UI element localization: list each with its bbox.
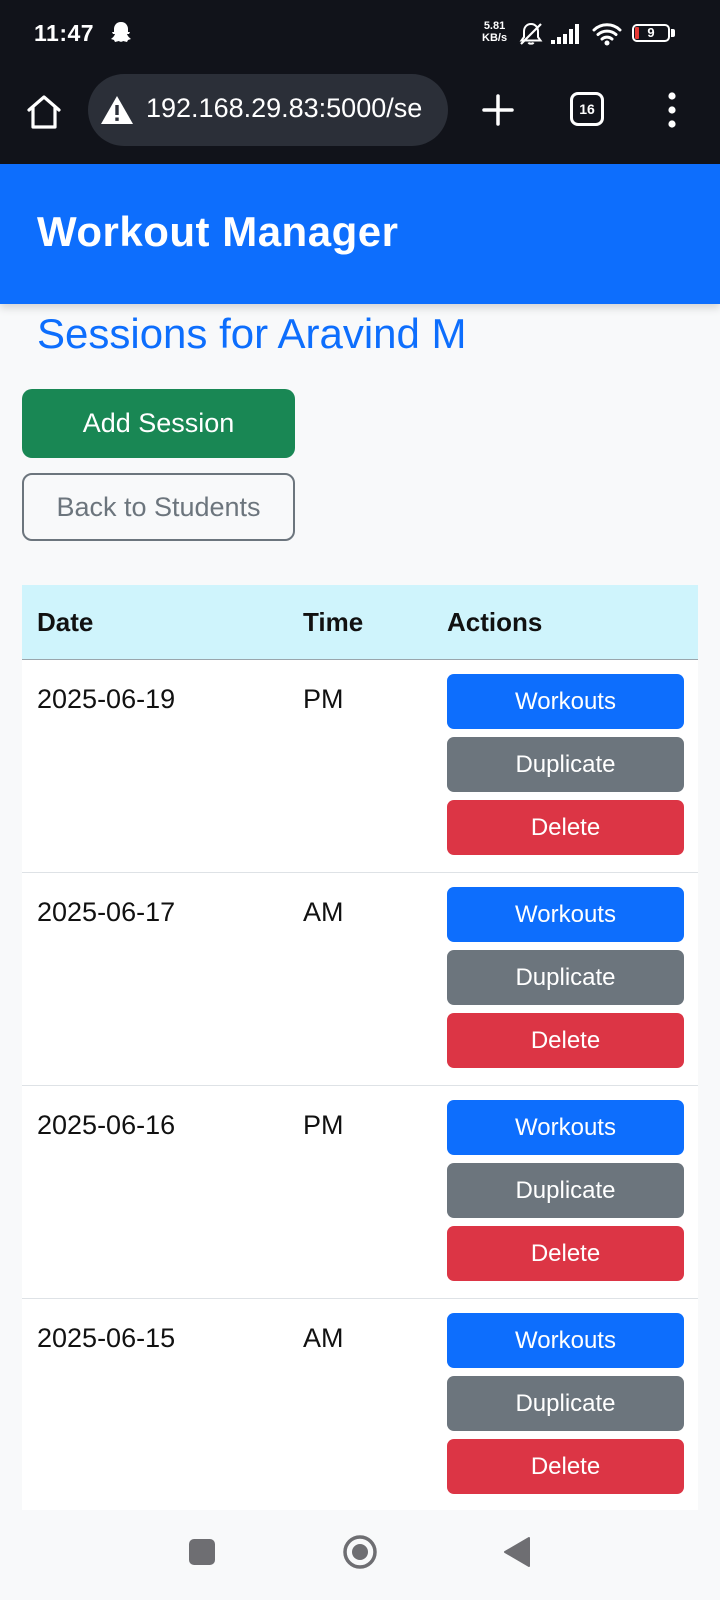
url-text[interactable]: 192.168.29.83:5000/se xyxy=(146,93,438,124)
session-date: 2025-06-15 xyxy=(37,1323,176,1353)
session-date: 2025-06-17 xyxy=(37,897,176,927)
home-circle-icon[interactable] xyxy=(342,1534,378,1570)
app-title[interactable]: Workout Manager xyxy=(37,208,398,256)
workouts-button[interactable]: Workouts xyxy=(447,1313,684,1368)
status-bar: 11:47 5.81 KB/s 9 xyxy=(0,0,720,72)
column-header-time: Time xyxy=(303,607,364,637)
more-vert-icon[interactable] xyxy=(660,88,684,132)
column-header-actions: Actions xyxy=(447,607,543,637)
battery-level: 9 xyxy=(647,25,655,40)
table-row: 2025-06-15 AM Workouts Duplicate Delete xyxy=(22,1299,698,1512)
session-time: PM xyxy=(303,684,344,714)
workouts-button[interactable]: Workouts xyxy=(447,1100,684,1155)
duplicate-button[interactable]: Duplicate xyxy=(447,1376,684,1431)
table-row: 2025-06-19 PM Workouts Duplicate Delete xyxy=(22,660,698,873)
status-time: 11:47 xyxy=(34,20,95,46)
session-time: PM xyxy=(303,1110,344,1140)
net-speed-unit: KB/s xyxy=(482,32,508,44)
delete-button[interactable]: Delete xyxy=(447,1226,684,1281)
duplicate-button[interactable]: Duplicate xyxy=(447,737,684,792)
page-title: Sessions for Aravind M xyxy=(37,310,467,357)
signal-icon xyxy=(551,24,579,44)
battery-icon: 9 xyxy=(632,24,676,44)
session-time: AM xyxy=(303,897,344,927)
app-header: Workout Manager xyxy=(0,164,720,304)
address-bar[interactable]: 192.168.29.83:5000/se xyxy=(88,74,448,146)
sessions-table: Date Time Actions 2025-06-19 PM Workouts… xyxy=(22,585,698,1512)
back-to-students-button[interactable]: Back to Students xyxy=(22,473,295,541)
table-row: 2025-06-16 PM Workouts Duplicate Delete xyxy=(22,1086,698,1299)
recents-icon[interactable] xyxy=(189,1539,215,1565)
battery-tip xyxy=(671,29,675,37)
home-icon[interactable] xyxy=(22,90,66,134)
net-speed: 5.81 KB/s xyxy=(482,20,507,44)
add-session-button[interactable]: Add Session xyxy=(22,389,295,458)
table-header: Date Time Actions xyxy=(22,585,698,660)
duplicate-button[interactable]: Duplicate xyxy=(447,950,684,1005)
tabs-icon[interactable]: 16 xyxy=(570,92,604,126)
duplicate-button[interactable]: Duplicate xyxy=(447,1163,684,1218)
plus-icon[interactable] xyxy=(476,88,520,132)
workouts-button[interactable]: Workouts xyxy=(447,887,684,942)
bell-off-icon xyxy=(519,22,543,45)
session-date: 2025-06-19 xyxy=(37,684,176,714)
wifi-icon xyxy=(592,23,622,46)
column-header-date: Date xyxy=(37,607,94,637)
net-speed-value: 5.81 xyxy=(483,20,506,32)
delete-button[interactable]: Delete xyxy=(447,800,684,855)
table-row: 2025-06-17 AM Workouts Duplicate Delete xyxy=(22,873,698,1086)
snapchat-icon xyxy=(111,22,131,42)
browser-toolbar: 192.168.29.83:5000/se 16 xyxy=(0,72,720,164)
session-time: AM xyxy=(303,1323,344,1353)
delete-button[interactable]: Delete xyxy=(447,1439,684,1494)
delete-button[interactable]: Delete xyxy=(447,1013,684,1068)
system-nav-bar xyxy=(0,1510,720,1600)
warning-icon[interactable] xyxy=(100,94,134,126)
back-triangle-icon[interactable] xyxy=(503,1536,531,1568)
session-date: 2025-06-16 xyxy=(37,1110,176,1140)
workouts-button[interactable]: Workouts xyxy=(447,674,684,729)
